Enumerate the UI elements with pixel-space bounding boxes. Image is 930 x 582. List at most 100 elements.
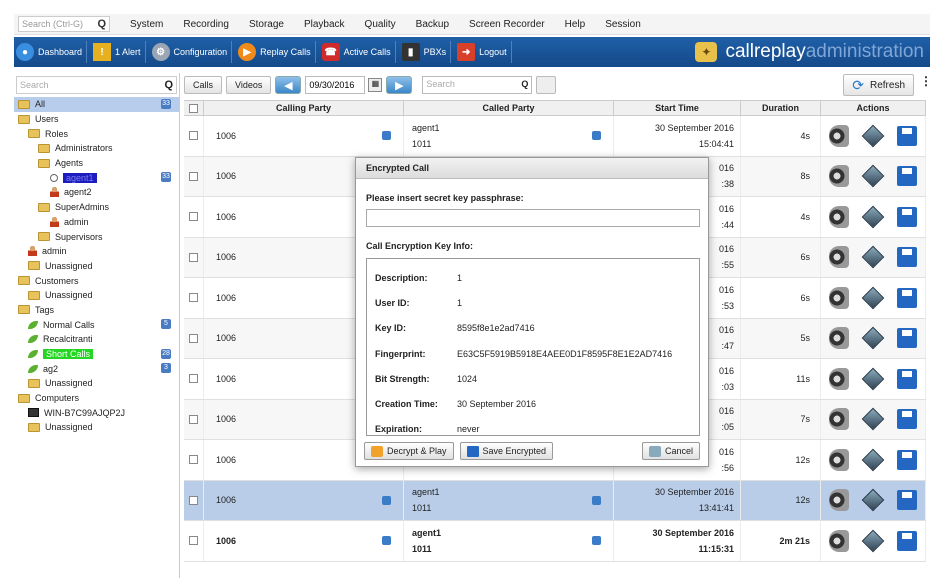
header-start-time[interactable]: Start Time (614, 101, 741, 115)
details-icon[interactable] (861, 529, 885, 553)
tree-item-administrators[interactable]: Administrators (14, 141, 179, 156)
cancel-button[interactable]: Cancel (641, 442, 700, 460)
menu-recording[interactable]: Recording (183, 19, 229, 30)
row-select-cell[interactable] (184, 359, 204, 399)
menu-session[interactable]: Session (605, 19, 641, 30)
details-icon[interactable] (861, 488, 885, 512)
header-duration[interactable]: Duration (741, 101, 821, 115)
search-options-button[interactable] (536, 76, 557, 94)
row-checkbox[interactable] (189, 293, 198, 303)
row-checkbox[interactable] (189, 536, 198, 546)
row-checkbox[interactable] (189, 455, 198, 465)
row-select-cell[interactable] (184, 318, 204, 358)
menu-screen-recorder[interactable]: Screen Recorder (469, 19, 545, 30)
configuration-button[interactable]: ⚙ Configuration (150, 41, 233, 63)
replay-calls-button[interactable]: ▶ Replay Calls (236, 41, 316, 63)
play-audio-icon[interactable] (829, 165, 849, 188)
row-select-cell[interactable] (184, 480, 204, 520)
details-icon[interactable] (861, 286, 885, 310)
tree-item-agents[interactable]: Agents (14, 156, 179, 171)
more-menu-icon[interactable]: ⋮ (920, 74, 930, 96)
save-icon[interactable] (897, 328, 917, 349)
contact-info-icon[interactable] (382, 131, 391, 141)
save-icon[interactable] (897, 287, 917, 308)
calls-search-input[interactable]: Search Q (422, 76, 533, 94)
tree-item-computers[interactable]: Computers (14, 391, 179, 406)
contact-info-icon[interactable] (592, 536, 601, 546)
save-encrypted-button[interactable]: Save Encrypted (459, 442, 554, 460)
row-select-cell[interactable] (184, 197, 204, 237)
table-row[interactable]: 1006 agent1 1011 30 September 2016 15:04:41 4… (184, 116, 926, 157)
next-day-button[interactable]: ▶ (386, 76, 413, 94)
save-icon[interactable] (897, 409, 917, 430)
calls-tab-button[interactable]: Calls (184, 76, 223, 94)
play-audio-icon[interactable] (829, 529, 849, 552)
search-icon[interactable]: Q (521, 79, 528, 91)
details-icon[interactable] (861, 407, 885, 431)
play-audio-icon[interactable] (829, 367, 849, 390)
details-icon[interactable] (861, 164, 885, 188)
row-checkbox[interactable] (189, 495, 198, 505)
row-checkbox[interactable] (189, 131, 198, 141)
menu-playback[interactable]: Playback (304, 19, 345, 30)
tree-item-users-unassigned[interactable]: Unassigned (14, 259, 179, 274)
global-search-input[interactable]: Search (Ctrl-G) Q (18, 16, 110, 32)
contact-info-icon[interactable] (592, 131, 601, 141)
row-select-cell[interactable] (184, 399, 204, 439)
play-audio-icon[interactable] (829, 448, 849, 471)
row-select-cell[interactable] (184, 440, 204, 480)
tree-item-superadmins[interactable]: SuperAdmins (14, 200, 179, 215)
row-checkbox[interactable] (189, 252, 198, 262)
play-audio-icon[interactable] (829, 286, 849, 309)
menu-quality[interactable]: Quality (365, 19, 396, 30)
row-select-cell[interactable] (184, 237, 204, 277)
previous-day-button[interactable]: ◀ (275, 76, 302, 94)
logout-button[interactable]: ➜ Logout (455, 41, 512, 63)
save-icon[interactable] (897, 530, 917, 551)
menu-system[interactable]: System (130, 19, 163, 30)
details-icon[interactable] (861, 326, 885, 350)
details-icon[interactable] (861, 245, 885, 269)
row-checkbox[interactable] (189, 374, 198, 384)
tree-item-supervisors[interactable]: Supervisors (14, 229, 179, 244)
save-icon[interactable] (897, 125, 917, 146)
play-audio-icon[interactable] (829, 327, 849, 350)
tree-item-computers-unassigned[interactable]: Unassigned (14, 420, 179, 435)
row-checkbox[interactable] (189, 333, 198, 343)
tree-item-admin-user[interactable]: admin (14, 244, 179, 259)
row-select-cell[interactable] (184, 278, 204, 318)
tree-item-roles[interactable]: Roles (14, 126, 179, 141)
menu-storage[interactable]: Storage (249, 19, 284, 30)
radio-icon[interactable] (50, 173, 58, 182)
tree-item-normal-calls[interactable]: Normal Calls 5 (14, 317, 179, 332)
tree-item-all[interactable]: All 33 (14, 97, 179, 112)
save-icon[interactable] (897, 449, 917, 470)
tree-item-agent2[interactable]: agent2 (14, 185, 179, 200)
contact-info-icon[interactable] (382, 495, 391, 505)
table-row[interactable]: 1006 agent1 1011 30 September 2016 11:15:31 2… (184, 521, 926, 562)
row-select-cell[interactable] (184, 521, 204, 561)
details-icon[interactable] (861, 124, 885, 148)
menu-help[interactable]: Help (565, 19, 586, 30)
row-select-cell[interactable] (184, 116, 204, 156)
search-icon[interactable]: Q (97, 18, 106, 30)
table-row[interactable]: 1006 agent1 1011 30 September 2016 13:41:41 1… (184, 480, 926, 521)
tree-item-ag2[interactable]: ag2 3 (14, 361, 179, 376)
row-select-cell[interactable] (184, 156, 204, 196)
save-icon[interactable] (897, 206, 917, 227)
select-all-checkbox[interactable] (189, 103, 198, 113)
alerts-button[interactable]: ! 1 Alert (91, 41, 146, 63)
decrypt-play-button[interactable]: Decrypt & Play (364, 442, 454, 460)
tree-item-customers[interactable]: Customers (14, 273, 179, 288)
play-audio-icon[interactable] (829, 205, 849, 228)
calendar-icon[interactable]: ▦ (368, 78, 383, 92)
row-checkbox[interactable] (189, 414, 198, 424)
tree-item-users[interactable]: Users (14, 112, 179, 127)
active-calls-button[interactable]: ☎ Active Calls (320, 41, 396, 63)
play-audio-icon[interactable] (829, 246, 849, 269)
play-audio-icon[interactable] (829, 408, 849, 431)
details-icon[interactable] (861, 367, 885, 391)
tree-item-short-calls[interactable]: Short Calls 28 (14, 347, 179, 362)
tree-item-tags-unassigned[interactable]: Unassigned (14, 376, 179, 391)
tree-item-computer-win[interactable]: WIN-B7C99AJQP2J (14, 405, 179, 420)
